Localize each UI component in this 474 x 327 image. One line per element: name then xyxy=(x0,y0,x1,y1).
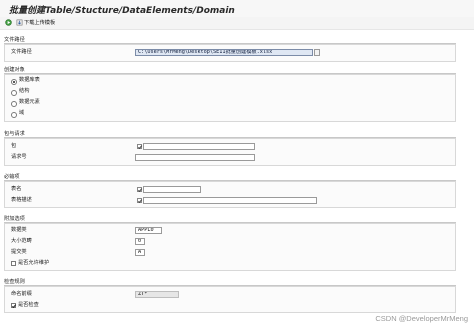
section-additional: 数据类 APPL0 大小范畴 0 提交类 A 是否允许维护 xyxy=(4,223,456,271)
table-desc-label: 表格描述 xyxy=(11,197,32,203)
check-enabled-label: 是否检查 xyxy=(18,302,39,308)
section-package: 包 请求号 xyxy=(4,138,456,166)
package-input[interactable] xyxy=(143,143,255,150)
section-file-path-title: 文件路径 xyxy=(4,37,456,44)
table-desc-input[interactable] xyxy=(143,197,317,204)
section-check: 命名前缀 ZT* 是否检查 xyxy=(4,286,456,313)
section-required-title: 必输项 xyxy=(4,174,456,181)
table-desc-required-indicator xyxy=(137,198,142,203)
watermark: CSDN @DeveloperMrMeng xyxy=(375,314,468,323)
radio-database-table[interactable] xyxy=(11,79,17,85)
radio-structure[interactable] xyxy=(11,90,17,96)
selection-screen: 文件路径 文件路径 C:\Users\MrMeng\Desktop\SE11批量… xyxy=(0,30,474,327)
download-icon[interactable] xyxy=(16,19,23,26)
check-enabled-checkbox[interactable] xyxy=(11,303,16,308)
allow-maintenance-label: 是否允许维护 xyxy=(18,260,50,266)
execute-icon[interactable] xyxy=(5,19,12,26)
section-file-path: 文件路径 C:\Users\MrMeng\Desktop\SE11批量创建模板.… xyxy=(4,44,456,62)
table-name-required-indicator xyxy=(137,187,142,192)
delivery-class-input[interactable]: A xyxy=(135,249,145,256)
data-class-label: 数据类 xyxy=(11,227,27,233)
radio-domain[interactable] xyxy=(11,112,17,118)
file-path-input[interactable]: C:\Users\MrMeng\Desktop\SE11批量创建模板.xlsx xyxy=(135,49,313,56)
size-category-input[interactable]: 0 xyxy=(135,238,145,245)
section-additional-title: 附加选项 xyxy=(4,216,456,223)
size-category-label: 大小范畴 xyxy=(11,238,32,244)
toolbar: 下载上传模板 xyxy=(0,17,474,30)
radio-label-data-element: 数据元素 xyxy=(19,99,40,105)
request-input[interactable] xyxy=(135,154,255,161)
radio-data-element[interactable] xyxy=(11,101,17,107)
request-label: 请求号 xyxy=(11,154,27,160)
section-required: 表名 表格描述 xyxy=(4,181,456,208)
radio-label-database-table: 数据库表 xyxy=(19,77,40,83)
table-name-label: 表名 xyxy=(11,186,22,192)
allow-maintenance-checkbox[interactable] xyxy=(11,261,16,266)
title-bar: 批量创建Table/Stucture/DataElements/Domain xyxy=(0,0,474,18)
delivery-class-label: 提交类 xyxy=(11,249,27,255)
table-name-input[interactable] xyxy=(143,186,201,193)
package-required-indicator xyxy=(137,144,142,149)
section-package-title: 包与请求 xyxy=(4,131,456,138)
name-prefix-label: 命名前缀 xyxy=(11,291,32,297)
radio-label-structure: 结构 xyxy=(19,88,30,94)
section-check-title: 检查规则 xyxy=(4,279,456,286)
section-create-object-title: 创建对象 xyxy=(4,67,456,74)
package-label: 包 xyxy=(11,143,17,149)
download-template-button[interactable]: 下载上传模板 xyxy=(24,19,55,27)
file-path-label: 文件路径 xyxy=(11,49,32,55)
window-title: 批量创建Table/Stucture/DataElements/Domain xyxy=(9,6,235,16)
section-create-object: 数据库表 结构 数据元素 域 xyxy=(4,74,456,122)
radio-label-domain: 域 xyxy=(19,110,25,116)
file-browse-button[interactable] xyxy=(314,49,320,56)
data-class-input[interactable]: APPL0 xyxy=(135,227,162,234)
name-prefix-input[interactable]: ZT* xyxy=(135,291,179,298)
